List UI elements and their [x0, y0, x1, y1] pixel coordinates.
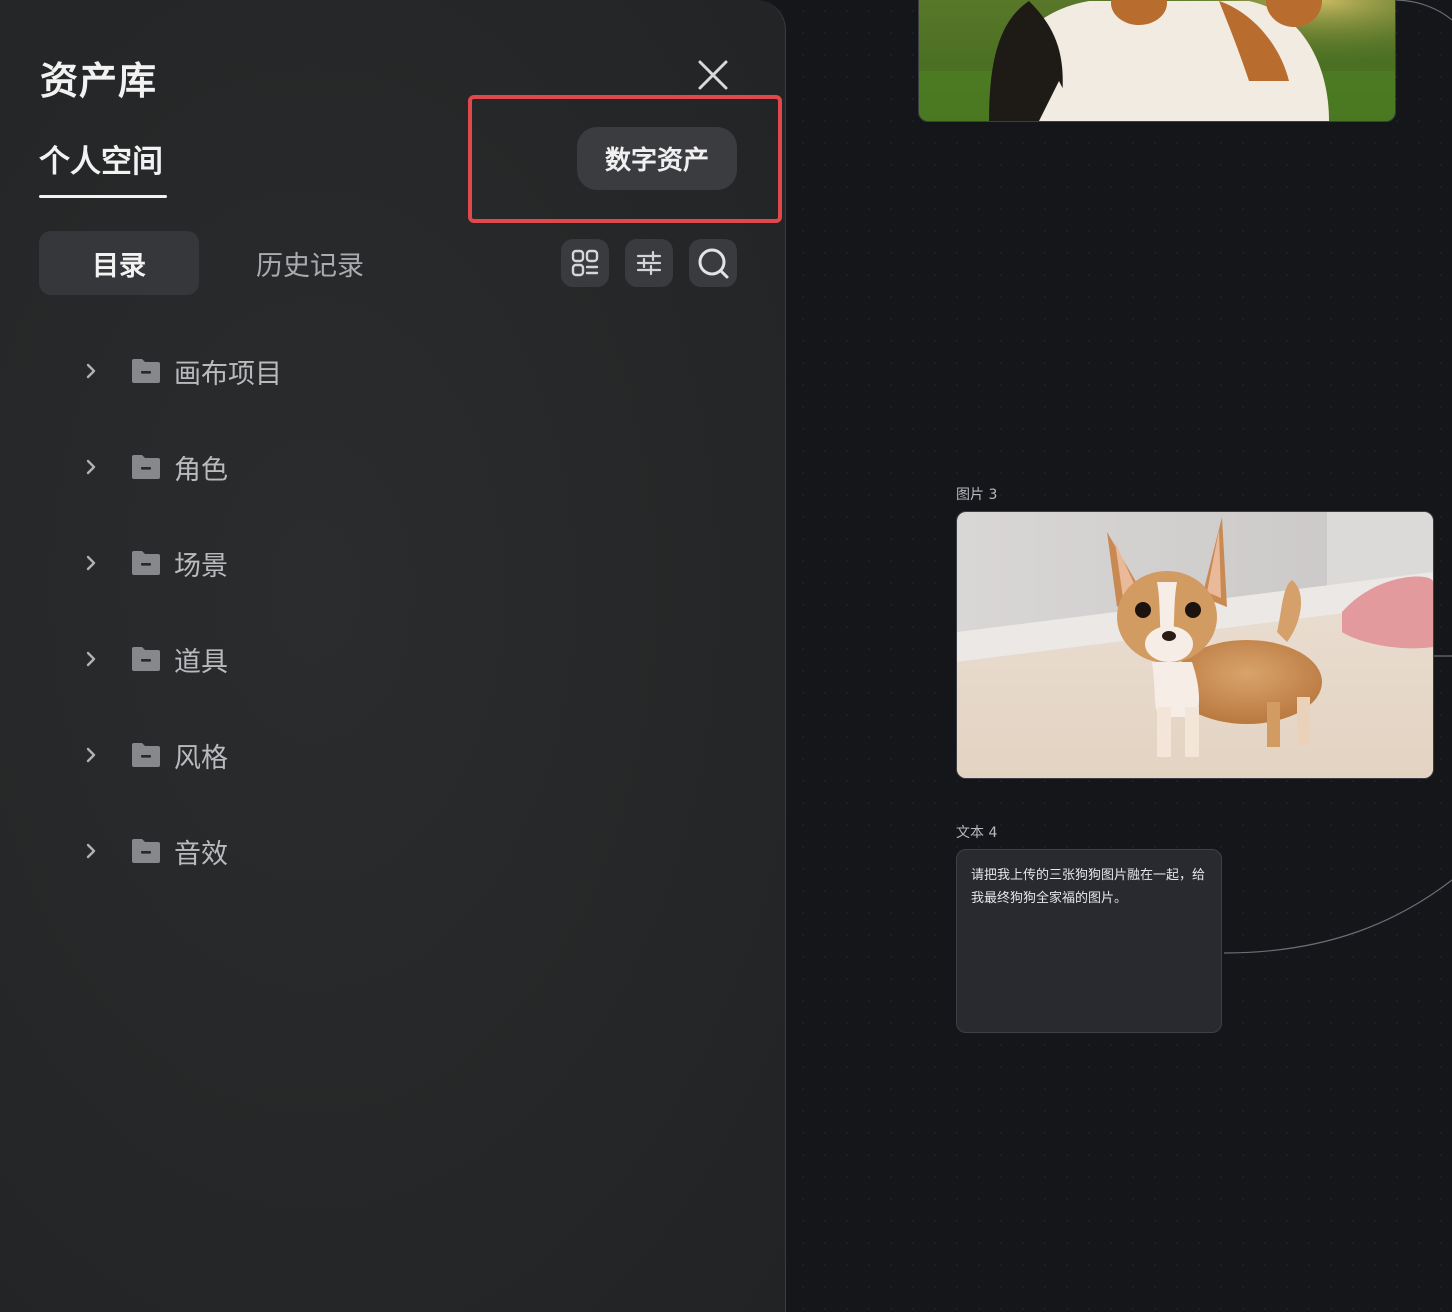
folder-icon	[132, 455, 160, 479]
panel-title: 资产库	[40, 59, 158, 103]
folder-icon	[132, 743, 160, 767]
tree-item-label: 角色	[174, 454, 228, 486]
tree-item-label: 音效	[174, 838, 228, 870]
tab-personal-space[interactable]: 个人空间	[39, 136, 163, 181]
folder-icon	[132, 839, 160, 863]
grid-view-button[interactable]	[561, 239, 609, 287]
text-node-prompt[interactable]: 请把我上传的三张狗狗图片融在一起，给我最终狗狗全家福的图片。	[956, 849, 1222, 1033]
close-button[interactable]	[692, 54, 734, 96]
image-node-label: 图片 3	[956, 487, 998, 503]
chevron-right-icon[interactable]	[80, 456, 102, 478]
tree-item-label: 风格	[174, 742, 228, 774]
beagle-photo	[919, 0, 1395, 121]
folder-icon	[132, 359, 160, 383]
image-node-chihuahua[interactable]	[956, 511, 1434, 779]
tree-item-label: 场景	[174, 550, 228, 582]
chevron-right-icon[interactable]	[80, 648, 102, 670]
segment-history[interactable]: 历史记录	[232, 231, 388, 295]
chevron-right-icon[interactable]	[80, 744, 102, 766]
tab-active-underline	[39, 195, 167, 198]
digital-assets-button[interactable]: 数字资产	[577, 127, 737, 190]
text-node-label: 文本 4	[956, 825, 998, 841]
tree-item-props[interactable]: 道具	[80, 639, 228, 679]
tree-item-characters[interactable]: 角色	[80, 447, 228, 487]
asset-library-panel: 资产库 个人空间 数字资产 目录 历史记录 画布项目 角色 场景 道具 风格 音…	[0, 0, 786, 1312]
filter-button[interactable]	[625, 239, 673, 287]
chevron-right-icon[interactable]	[80, 552, 102, 574]
folder-icon	[132, 647, 160, 671]
folder-icon	[132, 551, 160, 575]
tree-item-sound-effects[interactable]: 音效	[80, 831, 228, 871]
image-node-dog-beagle[interactable]	[918, 0, 1396, 122]
tree-item-canvas-projects[interactable]: 画布项目	[80, 351, 282, 391]
chihuahua-photo	[957, 512, 1433, 778]
close-icon	[698, 60, 728, 90]
chevron-right-icon[interactable]	[80, 360, 102, 382]
grid-icon	[571, 249, 599, 277]
chevron-right-icon[interactable]	[80, 840, 102, 862]
tree-item-label: 画布项目	[174, 358, 282, 390]
search-icon	[698, 248, 729, 279]
search-button[interactable]	[689, 239, 737, 287]
tree-item-styles[interactable]: 风格	[80, 735, 228, 775]
tree-item-label: 道具	[174, 646, 228, 678]
app-root: 图片 3 文本 4 请把我上传的三张狗狗图片融在一起，给我最终狗狗全家福的图片。…	[0, 0, 1452, 1312]
sliders-icon	[636, 250, 662, 276]
segment-directory[interactable]: 目录	[39, 231, 199, 295]
tree-item-scenes[interactable]: 场景	[80, 543, 228, 583]
